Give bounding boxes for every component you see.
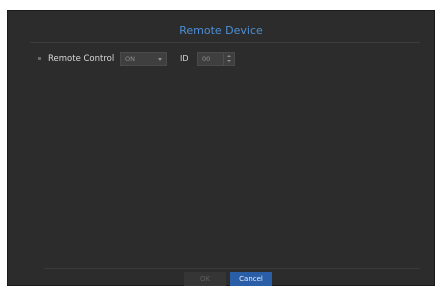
chevron-up-icon[interactable] [227, 55, 231, 57]
dialog-title: Remote Device [179, 24, 263, 37]
title-divider [30, 42, 420, 43]
remote-control-label: Remote Control [48, 54, 115, 64]
remote-device-dialog: Remote Device Remote Control ON ID 00 OK… [7, 10, 435, 286]
cancel-button[interactable]: Cancel [230, 272, 272, 286]
remote-control-value: ON [125, 55, 135, 63]
chevron-down-icon [158, 58, 162, 61]
chevron-down-icon[interactable] [227, 60, 231, 62]
id-spinner[interactable]: 00 [197, 52, 235, 66]
footer-divider [44, 268, 420, 269]
id-label: ID [180, 54, 189, 63]
id-value: 00 [202, 55, 211, 63]
id-spinner-buttons [223, 53, 234, 65]
ok-button[interactable]: OK [184, 272, 226, 286]
bullet-icon [38, 57, 41, 60]
remote-control-select[interactable]: ON [120, 52, 167, 66]
